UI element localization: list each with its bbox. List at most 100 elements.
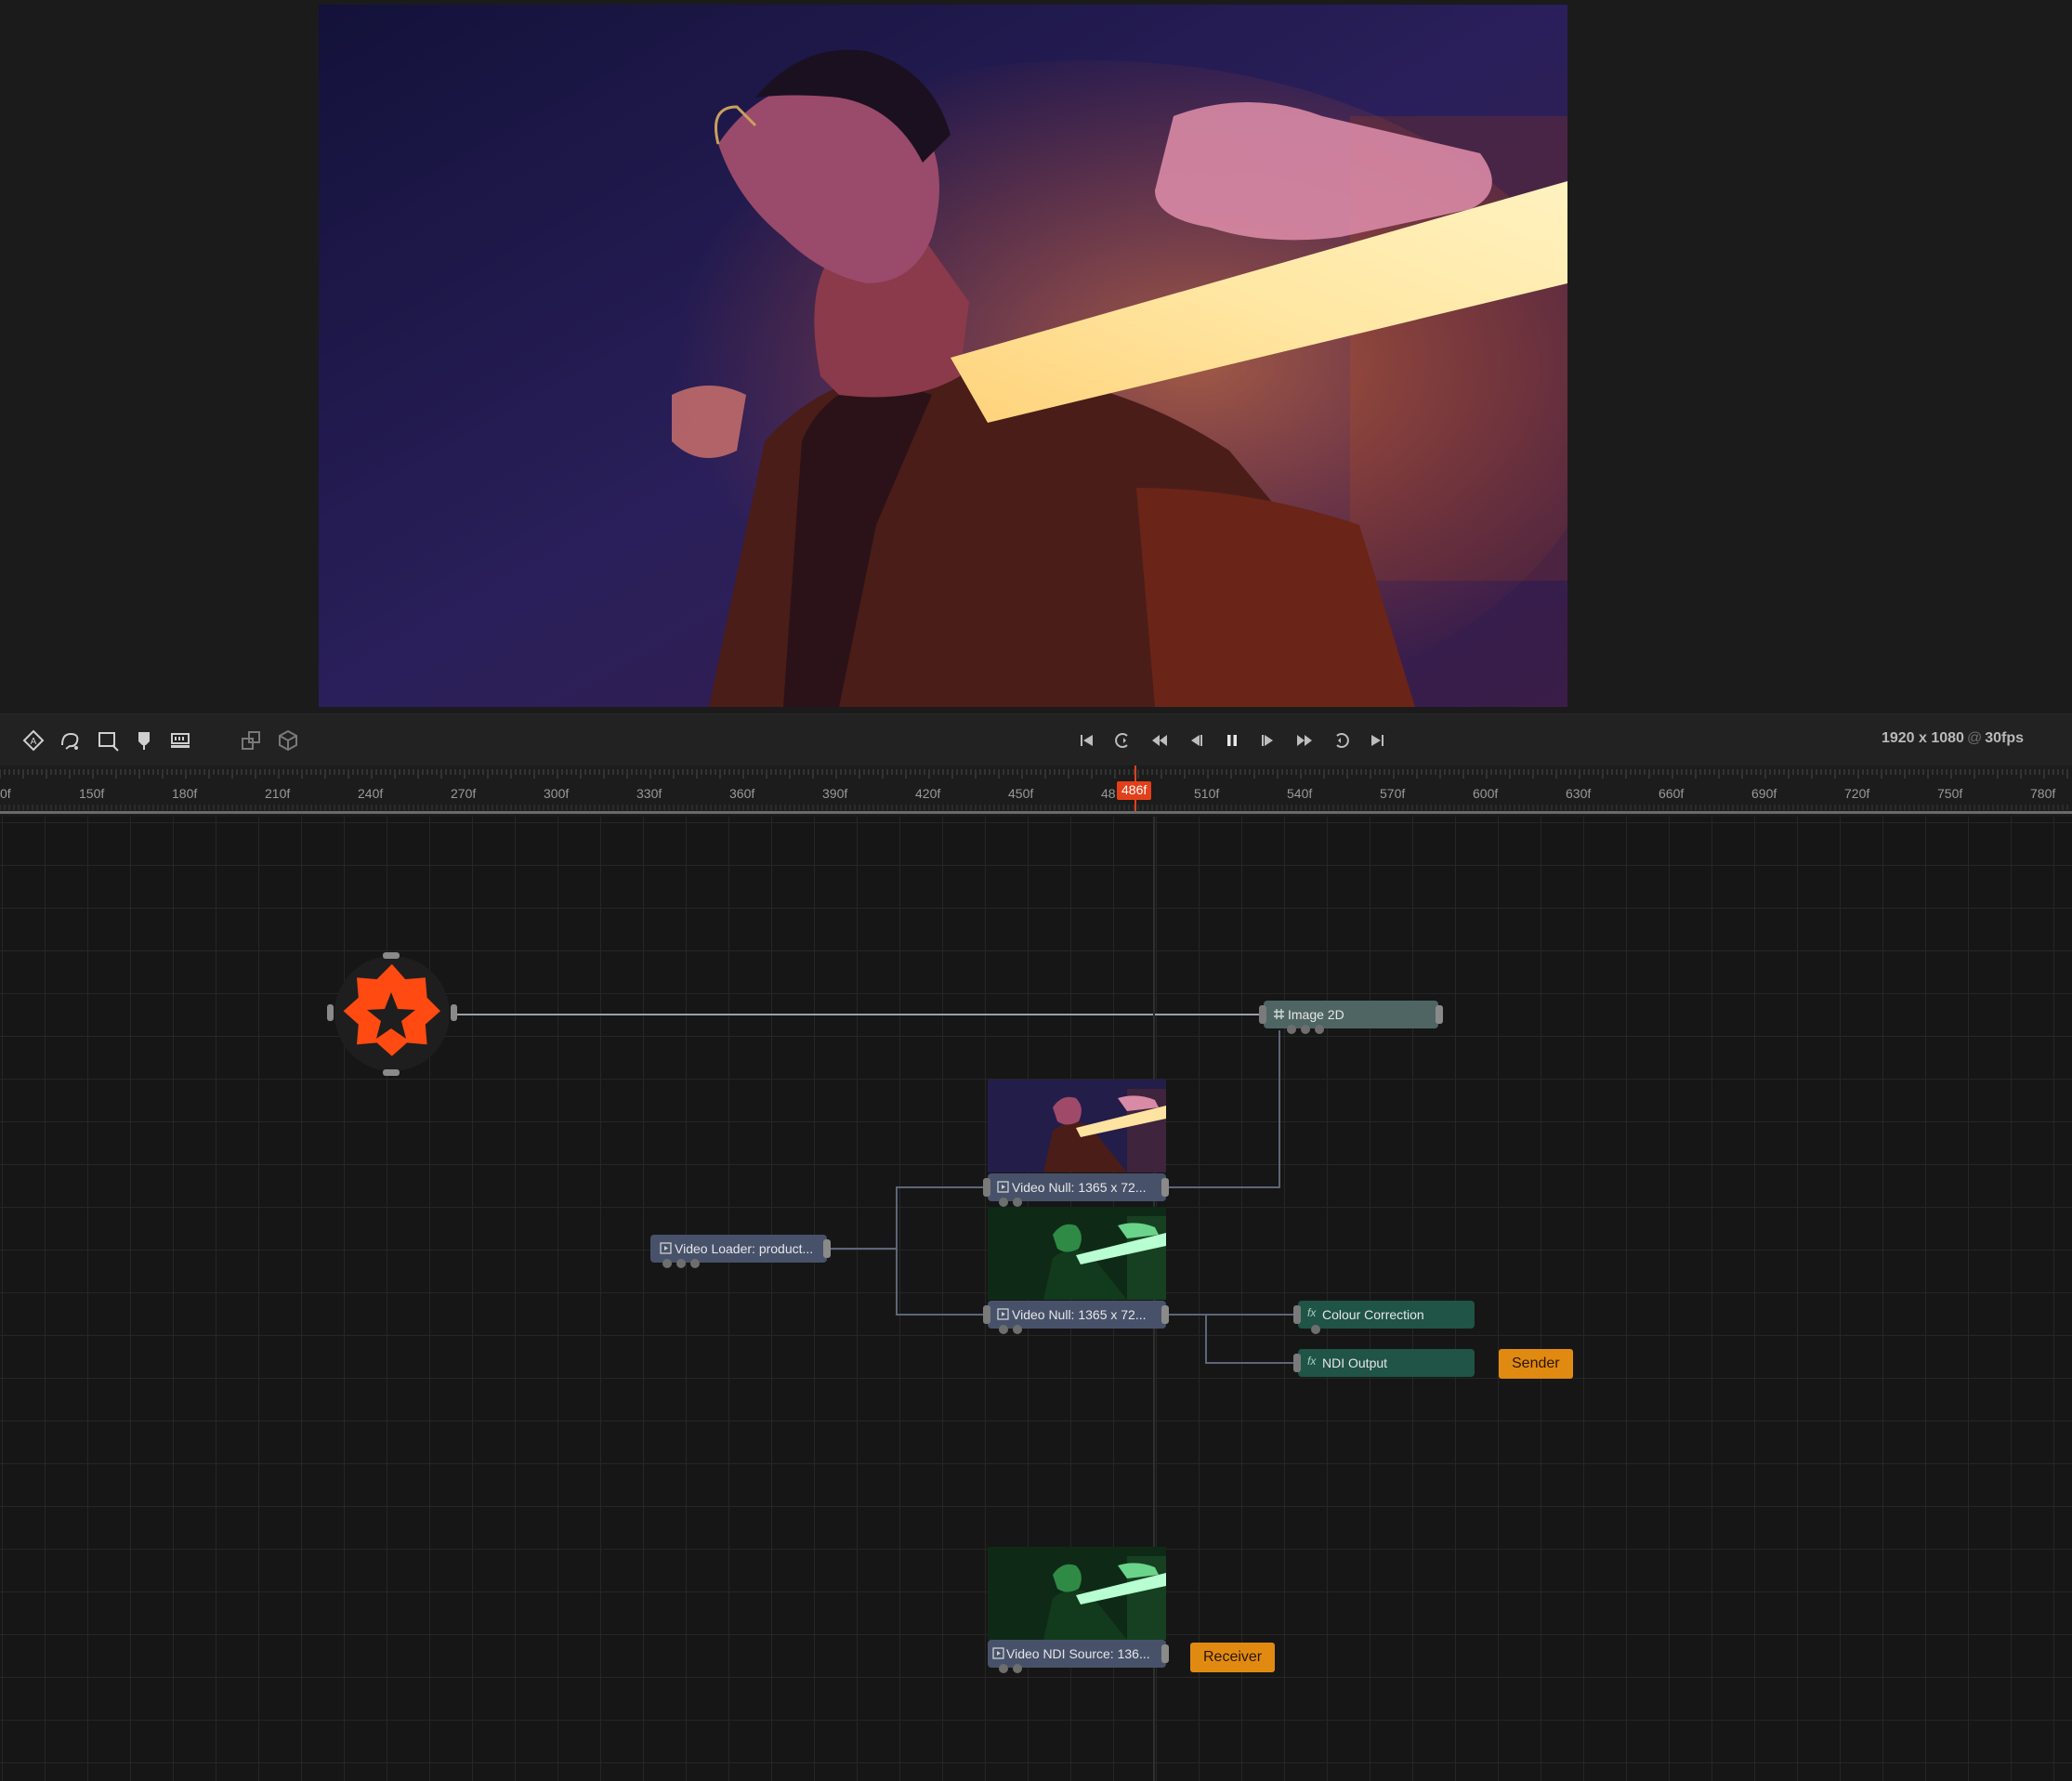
transform-tool-icon[interactable] bbox=[238, 727, 264, 753]
svg-text:A: A bbox=[31, 737, 37, 747]
ndi-output-input-port[interactable] bbox=[1293, 1354, 1301, 1372]
ruler-label: 180f bbox=[172, 786, 198, 801]
video-icon bbox=[992, 1647, 1004, 1659]
video-null-2-node[interactable]: Video Null: 1365 x 72... bbox=[988, 1301, 1166, 1329]
logo-star-icon bbox=[343, 963, 440, 1056]
fast-forward-icon[interactable] bbox=[1292, 728, 1317, 753]
video-null-1-pin-1[interactable] bbox=[999, 1198, 1008, 1207]
image-2d-pin-2[interactable] bbox=[1301, 1025, 1310, 1034]
ruler-label: 630f bbox=[1566, 786, 1592, 801]
ruler-label: 0f bbox=[0, 786, 11, 801]
logo-input-port[interactable] bbox=[327, 1004, 334, 1021]
ndi-output-label: NDI Output bbox=[1322, 1355, 1388, 1370]
resolution-readout: 1920 x 1080 @30fps bbox=[1882, 730, 2024, 747]
video-ndi-source-thumbnail bbox=[988, 1547, 1166, 1640]
video-loader-label: Video Loader: product... bbox=[675, 1241, 814, 1256]
ruler-label: 270f bbox=[451, 786, 477, 801]
receiver-tag[interactable]: Receiver bbox=[1190, 1643, 1276, 1672]
toolbar: A 1920 x 1080 @ 30fps bbox=[0, 714, 2072, 766]
video-loader-pin-2[interactable] bbox=[676, 1259, 686, 1268]
video-loader-node[interactable]: Video Loader: product... bbox=[650, 1235, 827, 1263]
video-null-1-node[interactable]: Video Null: 1365 x 72... bbox=[988, 1173, 1166, 1201]
pause-icon[interactable] bbox=[1220, 728, 1244, 753]
video-loader-pin-3[interactable] bbox=[690, 1259, 700, 1268]
ruler-label: 600f bbox=[1473, 786, 1499, 801]
ruler-label: 720f bbox=[1844, 786, 1870, 801]
ruler-label: 300f bbox=[544, 786, 570, 801]
video-null-1-pin-2[interactable] bbox=[1013, 1198, 1022, 1207]
shape-tool-icon[interactable] bbox=[58, 727, 84, 753]
ruler-label: 360f bbox=[729, 786, 755, 801]
image-2d-pin-3[interactable] bbox=[1315, 1025, 1324, 1034]
fx-icon: fx bbox=[1307, 1306, 1317, 1319]
video-icon bbox=[997, 1181, 1009, 1193]
ruler-label: 570f bbox=[1380, 786, 1406, 801]
image-2d-output-port[interactable] bbox=[1436, 1005, 1443, 1024]
video-null-1-label: Video Null: 1365 x 72... bbox=[1012, 1180, 1147, 1195]
ruler-label: 420f bbox=[915, 786, 941, 801]
playhead-frame-badge[interactable]: 486f bbox=[1117, 781, 1152, 800]
ruler-label: 210f bbox=[265, 786, 291, 801]
ruler-label: 750f bbox=[1937, 786, 1963, 801]
video-ndi-source-output-port[interactable] bbox=[1161, 1644, 1169, 1663]
root-logo-node[interactable] bbox=[327, 952, 457, 1076]
sender-tag[interactable]: Sender bbox=[1499, 1349, 1573, 1379]
crop-tool-icon[interactable] bbox=[95, 727, 121, 753]
video-null-1-output-port[interactable] bbox=[1161, 1178, 1169, 1197]
ruler-label: 390f bbox=[822, 786, 848, 801]
rewind-icon[interactable] bbox=[1147, 728, 1172, 753]
video-null-2-pin-2[interactable] bbox=[1013, 1325, 1022, 1334]
video-loader-output-port[interactable] bbox=[823, 1239, 831, 1258]
logo-top-port[interactable] bbox=[383, 952, 400, 959]
3d-box-tool-icon[interactable] bbox=[275, 727, 301, 753]
colour-correction-input-port[interactable] bbox=[1293, 1305, 1301, 1324]
stamp-tool-icon[interactable] bbox=[167, 727, 193, 753]
video-null-2-input-port[interactable] bbox=[983, 1305, 990, 1324]
timeline-ruler[interactable]: 0f 150f 180f 210f 240f 270f 300f 330f 360f 390f 42… bbox=[0, 766, 2072, 814]
step-forward-icon[interactable] bbox=[1256, 728, 1280, 753]
ruler-label: 330f bbox=[636, 786, 662, 801]
image-2d-pin-1[interactable] bbox=[1287, 1025, 1296, 1034]
ndi-output-node[interactable]: fx NDI Output bbox=[1298, 1349, 1475, 1377]
at-separator: @ bbox=[1966, 730, 1983, 746]
video-ndi-source-pin-2[interactable] bbox=[1013, 1664, 1022, 1673]
colour-correction-node[interactable]: fx Colour Correction bbox=[1298, 1301, 1475, 1329]
colour-correction-label: Colour Correction bbox=[1322, 1307, 1424, 1322]
ruler-label: 660f bbox=[1659, 786, 1685, 801]
ruler-label: 48 bbox=[1101, 786, 1116, 801]
video-null-2-output-port[interactable] bbox=[1161, 1305, 1169, 1324]
loop-forward-icon[interactable] bbox=[1329, 728, 1353, 753]
video-icon bbox=[997, 1308, 1009, 1320]
logo-output-port[interactable] bbox=[451, 1004, 457, 1021]
resolution-value: 1920 x 1080 bbox=[1881, 730, 1964, 746]
ruler-label: 150f bbox=[79, 786, 105, 801]
skip-to-end-icon[interactable] bbox=[1365, 728, 1389, 753]
ruler-label: 780f bbox=[2030, 786, 2056, 801]
paint-tool-icon[interactable] bbox=[132, 727, 158, 753]
ruler-label: 450f bbox=[1008, 786, 1034, 801]
node-graph[interactable]: Image 2D Video Null: 1365 x 72... Video … bbox=[0, 817, 2072, 1781]
video-ndi-source-label: Video NDI Source: 136... bbox=[1006, 1646, 1150, 1661]
ruler-label: 510f bbox=[1194, 786, 1220, 801]
video-icon bbox=[660, 1242, 672, 1254]
image-2d-input-port[interactable] bbox=[1259, 1005, 1266, 1024]
anchor-tool-icon[interactable]: A bbox=[20, 727, 46, 753]
logo-bottom-port[interactable] bbox=[383, 1069, 400, 1076]
grid-icon bbox=[1274, 1009, 1284, 1019]
video-null-2-thumbnail bbox=[988, 1207, 1166, 1300]
step-back-icon[interactable] bbox=[1184, 728, 1208, 753]
video-ndi-source-pin-1[interactable] bbox=[999, 1664, 1008, 1673]
video-ndi-source-node[interactable]: Video NDI Source: 136... bbox=[988, 1640, 1166, 1668]
video-null-1-thumbnail bbox=[988, 1080, 1166, 1172]
ruler-label: 240f bbox=[358, 786, 384, 801]
video-null-2-pin-1[interactable] bbox=[999, 1325, 1008, 1334]
video-loader-pin-1[interactable] bbox=[662, 1259, 672, 1268]
fx-icon: fx bbox=[1307, 1355, 1317, 1368]
loop-icon[interactable] bbox=[1111, 728, 1135, 753]
colour-correction-pin[interactable] bbox=[1311, 1325, 1320, 1334]
video-null-1-input-port[interactable] bbox=[983, 1178, 990, 1197]
preview-viewer bbox=[0, 0, 2072, 714]
app-window: A 1920 x 1080 @ 30fps 0f 150f 180f 210f … bbox=[0, 0, 2072, 1781]
skip-to-start-icon[interactable] bbox=[1075, 728, 1099, 753]
preview-image bbox=[319, 5, 1567, 707]
